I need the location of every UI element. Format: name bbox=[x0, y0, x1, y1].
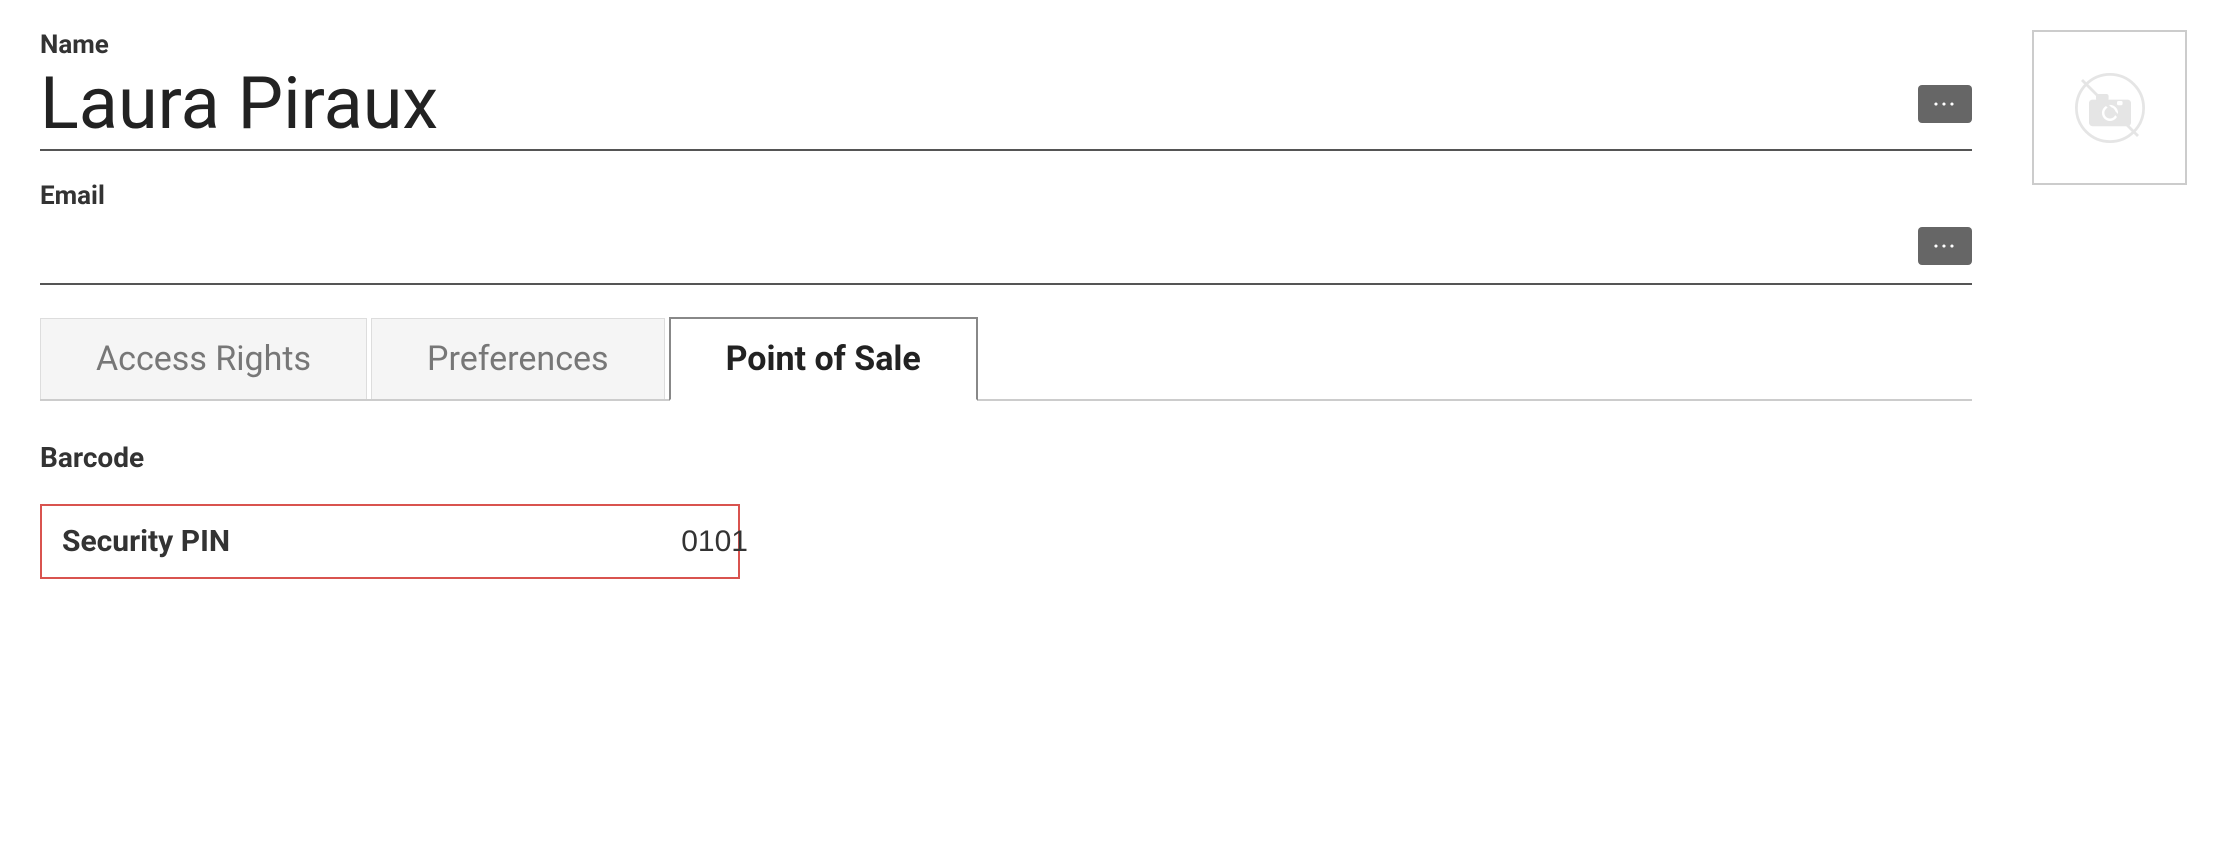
email-label: Email bbox=[40, 181, 1972, 211]
form-section: Name Laura Piraux ··· Email ··· Access R… bbox=[40, 30, 2032, 579]
barcode-section-label: Barcode bbox=[40, 441, 1972, 474]
name-more-button[interactable]: ··· bbox=[1918, 85, 1972, 123]
tab-access-rights[interactable]: Access Rights bbox=[40, 318, 367, 399]
tab-point-of-sale[interactable]: Point of Sale bbox=[669, 317, 978, 401]
main-container: Name Laura Piraux ··· Email ··· Access R… bbox=[0, 0, 2232, 579]
name-value: Laura Piraux bbox=[40, 64, 1908, 143]
security-pin-label: Security PIN bbox=[62, 524, 362, 559]
name-value-row: Laura Piraux ··· bbox=[40, 64, 1972, 151]
email-field-block: Email ··· bbox=[40, 181, 1972, 285]
security-pin-row: Security PIN bbox=[40, 504, 740, 579]
camera-icon bbox=[2075, 73, 2145, 143]
email-more-icon: ··· bbox=[1933, 234, 1957, 258]
tab-preferences[interactable]: Preferences bbox=[371, 318, 665, 399]
email-value-row: ··· bbox=[40, 215, 1972, 285]
tabs-container: Access Rights Preferences Point of Sale bbox=[40, 315, 1972, 401]
avatar-section bbox=[2032, 30, 2192, 579]
email-more-button[interactable]: ··· bbox=[1918, 227, 1972, 265]
avatar-placeholder bbox=[2075, 73, 2145, 143]
avatar-box[interactable] bbox=[2032, 30, 2187, 185]
name-more-icon: ··· bbox=[1933, 92, 1957, 116]
name-label: Name bbox=[40, 30, 1972, 60]
security-pin-input[interactable] bbox=[362, 525, 752, 559]
name-field-block: Name Laura Piraux ··· bbox=[40, 30, 1972, 151]
tab-content-pos: Barcode Security PIN bbox=[40, 401, 1972, 579]
